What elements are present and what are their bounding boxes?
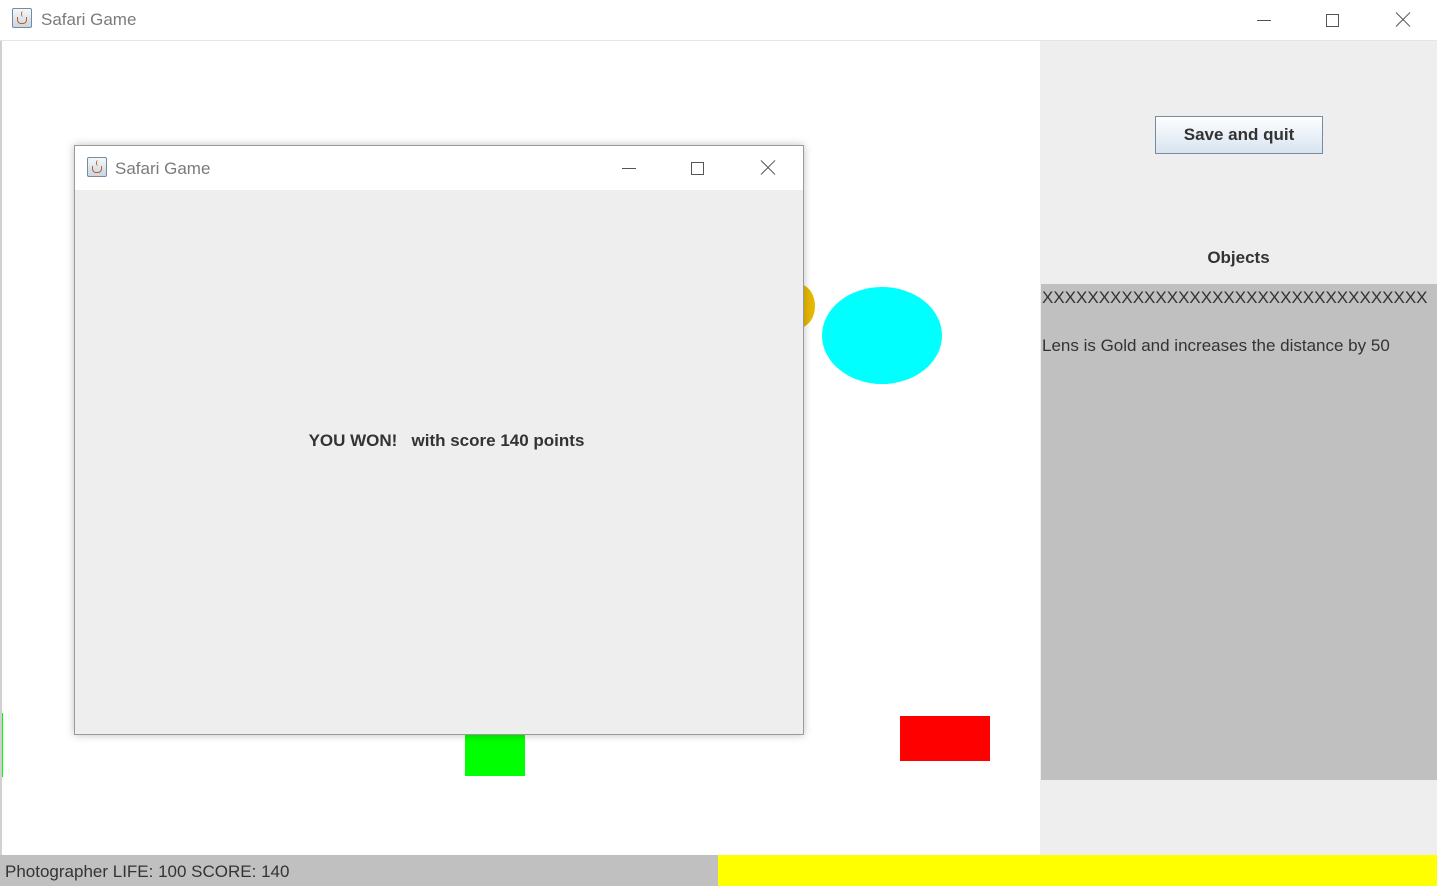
status-text: Photographer LIFE: 100 SCORE: 140 — [0, 855, 718, 886]
objects-label: Objects — [1207, 248, 1270, 267]
status-bar-yellow — [718, 855, 1437, 886]
cyan-ellipse — [822, 287, 942, 384]
minimize-icon[interactable] — [1241, 2, 1287, 38]
minimize-icon[interactable] — [606, 150, 652, 186]
green-edge — [2, 713, 3, 777]
dialog-title-bar: Safari Game — [75, 146, 803, 190]
win-message: YOU WON! with score 140 points — [308, 431, 585, 450]
maximize-icon[interactable] — [674, 150, 720, 186]
objects-list: XXXXXXXXXXXXXXXXXXXXXXXXXXXXXXXXXX Lens … — [1041, 284, 1437, 780]
window-title: Safari Game — [41, 10, 137, 29]
dialog-title: Safari Game — [115, 159, 211, 178]
save-and-quit-button[interactable]: Save and quit — [1155, 116, 1323, 154]
green-square — [465, 734, 525, 776]
list-item: Lens is Gold and increases the distance … — [1042, 336, 1390, 355]
red-rectangle — [900, 716, 990, 761]
win-dialog: Safari Game YOU WON! with score 140 poin… — [74, 145, 804, 735]
java-cup-icon — [87, 157, 107, 177]
maximize-icon[interactable] — [1309, 2, 1355, 38]
list-item: XXXXXXXXXXXXXXXXXXXXXXXXXXXXXXXXXX — [1042, 288, 1428, 307]
side-panel: Save and quit Objects XXXXXXXXXXXXXXXXXX… — [1040, 41, 1437, 855]
main-title-bar: Safari Game — [0, 0, 1437, 41]
close-icon[interactable] — [1380, 2, 1426, 38]
close-icon[interactable] — [745, 150, 791, 186]
java-cup-icon — [12, 8, 32, 28]
